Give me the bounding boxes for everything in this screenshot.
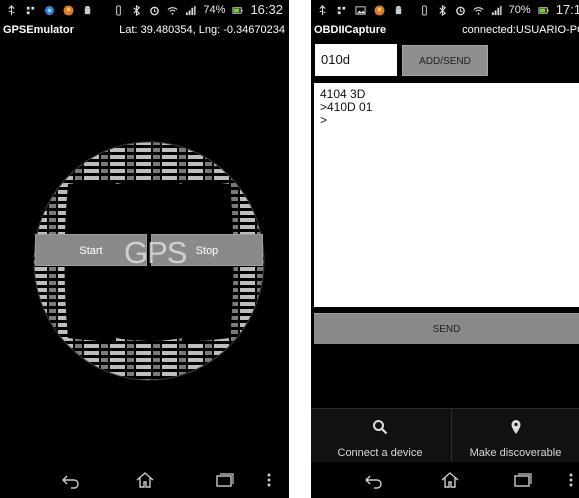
status-bar: 70% 17:1 bbox=[311, 0, 579, 20]
wifi-icon bbox=[473, 6, 484, 15]
app-title: OBDIICapture bbox=[314, 24, 387, 36]
status-system-icons: 70% 17:1 bbox=[419, 3, 579, 17]
battery-percent: 70% bbox=[508, 4, 531, 16]
usb-icon bbox=[319, 4, 326, 15]
vibrate-icon bbox=[421, 4, 427, 16]
command-input[interactable] bbox=[315, 44, 397, 76]
vibrate-icon bbox=[116, 4, 122, 16]
search-icon bbox=[373, 420, 388, 435]
clock: 16:32 bbox=[250, 2, 283, 17]
signal-icon bbox=[491, 5, 502, 15]
image-icon bbox=[355, 5, 366, 15]
app-title-bar: OBDIICapture connected:USUARIO-PC bbox=[311, 20, 579, 40]
signal-icon bbox=[186, 5, 196, 15]
recents-icon[interactable] bbox=[511, 468, 535, 492]
android-icon bbox=[395, 5, 402, 14]
overflow-menu-icon[interactable] bbox=[565, 468, 577, 492]
back-icon[interactable] bbox=[58, 468, 82, 492]
back-icon[interactable] bbox=[361, 468, 385, 492]
send-button[interactable]: SEND bbox=[314, 313, 579, 344]
connect-device-label: Connect a device bbox=[337, 447, 423, 459]
notification-icon bbox=[337, 6, 346, 14]
wifi-icon bbox=[167, 6, 178, 15]
recents-icon[interactable] bbox=[213, 468, 237, 492]
overflow-menu-icon[interactable] bbox=[263, 468, 275, 492]
make-discoverable-label: Make discoverable bbox=[469, 447, 562, 459]
alarm-icon bbox=[455, 6, 465, 15]
location-readout: Lat: 39.480354, Lng: -0.34670234 bbox=[119, 24, 285, 36]
status-system-icons: 74% 16:32 bbox=[113, 3, 283, 17]
location-icon bbox=[44, 5, 55, 15]
console-line: > bbox=[320, 113, 328, 127]
app-avatar-icon bbox=[63, 4, 74, 16]
alarm-icon bbox=[150, 6, 160, 15]
gps-emulator-screen: 74% 16:32 GPSEmulator Lat: 39.480354, Ln… bbox=[0, 0, 289, 498]
status-notification-icons bbox=[317, 3, 404, 17]
bluetooth-icon bbox=[439, 4, 446, 16]
android-icon bbox=[84, 5, 91, 14]
home-icon[interactable] bbox=[133, 468, 157, 492]
usb-icon bbox=[8, 4, 15, 15]
bottom-action-bar: Connect a device Make discoverable bbox=[311, 408, 579, 465]
navigation-bar bbox=[311, 462, 579, 498]
battery-icon bbox=[538, 6, 549, 14]
home-icon[interactable] bbox=[438, 468, 462, 492]
clock: 17:1 bbox=[555, 2, 579, 17]
status-notification-icons bbox=[6, 3, 93, 17]
app-title: GPSEmulator bbox=[3, 24, 74, 36]
connection-status: connected:USUARIO-PC bbox=[462, 24, 579, 36]
add-send-button[interactable]: ADD/SEND bbox=[402, 45, 488, 76]
connect-device-button[interactable]: Connect a device bbox=[311, 409, 449, 465]
response-console: 4104 3D >410D 01 > bbox=[314, 83, 579, 307]
gps-logo-text: GPS bbox=[124, 235, 187, 270]
navigation-bar bbox=[0, 462, 289, 498]
status-bar: 74% 16:32 bbox=[0, 0, 289, 20]
app-title-bar: GPSEmulator Lat: 39.480354, Lng: -0.3467… bbox=[0, 20, 289, 40]
app-avatar-icon bbox=[374, 4, 385, 16]
console-line: >410D 01 bbox=[320, 100, 373, 114]
battery-percent: 74% bbox=[203, 4, 226, 16]
obdii-capture-screen: 70% 17:1 OBDIICapture connected:USUARIO-… bbox=[311, 0, 579, 498]
notification-icon bbox=[26, 6, 35, 14]
make-discoverable-button[interactable]: Make discoverable bbox=[451, 409, 579, 465]
location-pin-icon bbox=[511, 420, 520, 434]
bluetooth-icon bbox=[133, 4, 141, 16]
battery-icon bbox=[232, 6, 243, 14]
